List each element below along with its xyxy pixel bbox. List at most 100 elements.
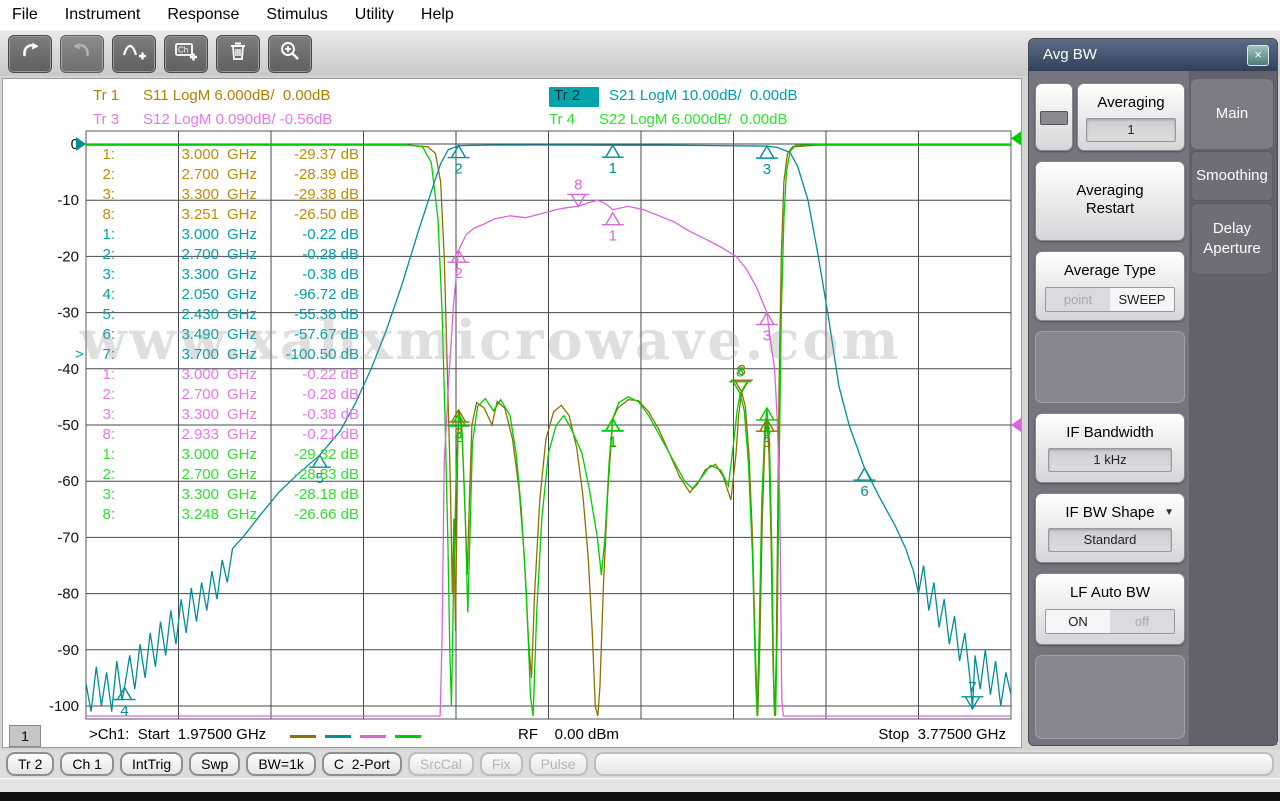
trace3-label[interactable]: Tr 3 S12 LogM 0.090dB/ -0.56dB bbox=[93, 111, 332, 131]
statusbar-blank[interactable] bbox=[593, 752, 1274, 776]
averaging-restart-button[interactable]: Averaging Restart bbox=[1035, 161, 1185, 241]
marker-row: 2: 2.700 GHz -28.83 dB bbox=[102, 466, 359, 483]
svg-text:2: 2 bbox=[454, 429, 462, 446]
statusbar-ch-1[interactable]: Ch 1 bbox=[60, 752, 114, 776]
svg-text:Ch: Ch bbox=[178, 46, 188, 55]
avg-bw-panel: Avg BW × Averaging 1 Averaging Restart A… bbox=[1028, 38, 1278, 746]
legend-dash-s21 bbox=[325, 735, 351, 738]
lf-auto-bw-off-option[interactable]: off bbox=[1110, 610, 1174, 633]
trace2-label[interactable]: Tr 2 S21 LogM 10.00dB/ 0.00dB bbox=[549, 87, 797, 107]
svg-text:3: 3 bbox=[763, 423, 771, 440]
add-trace-button[interactable] bbox=[112, 34, 156, 73]
marker-row: 1: 3.000 GHz -0.22 dB bbox=[102, 366, 359, 383]
average-type-sweep-option[interactable]: SWEEP bbox=[1110, 288, 1174, 311]
svg-text:2: 2 bbox=[454, 161, 462, 178]
statusbar-pulse[interactable]: Pulse bbox=[528, 752, 588, 776]
close-icon[interactable]: × bbox=[1247, 45, 1269, 66]
trace-legend bbox=[290, 735, 421, 738]
marker-row: 2: 2.700 GHz -0.28 dB bbox=[102, 386, 359, 403]
trace3-id: Tr 3 bbox=[93, 111, 120, 128]
svg-text:2: 2 bbox=[454, 425, 462, 442]
delete-button[interactable] bbox=[216, 34, 260, 73]
svg-text:-90: -90 bbox=[57, 642, 79, 659]
if-bw-shape-button[interactable]: IF BW Shape ▼ Standard bbox=[1035, 493, 1185, 563]
averaging-value[interactable]: 1 bbox=[1086, 118, 1176, 142]
tab-delay-aperture[interactable]: Delay Aperture bbox=[1191, 203, 1273, 275]
trace4-label[interactable]: Tr 4 S22 LogM 6.000dB/ 0.00dB bbox=[549, 111, 787, 131]
statusbar-bw-1k[interactable]: BW=1k bbox=[246, 752, 316, 776]
statusbar-srccal[interactable]: SrcCal bbox=[407, 752, 474, 776]
trace2-id-active-badge: Tr 2 bbox=[549, 87, 599, 107]
average-type-point-option[interactable]: point bbox=[1046, 288, 1110, 311]
bottom-strip bbox=[0, 778, 1280, 793]
svg-text:2: 2 bbox=[454, 265, 462, 282]
marker-row: 3: 3.300 GHz -29.38 dB bbox=[102, 186, 359, 203]
svg-text:8: 8 bbox=[738, 362, 746, 379]
if-bw-shape-label: IF BW Shape bbox=[1065, 504, 1155, 521]
svg-text:1: 1 bbox=[609, 434, 617, 451]
svg-text:1: 1 bbox=[609, 160, 617, 177]
channel-start-info[interactable]: >Ch1: Start 1.97500 GHz bbox=[89, 726, 266, 743]
channel-tab-1[interactable]: 1 bbox=[9, 725, 41, 747]
menu-item-help[interactable]: Help bbox=[421, 6, 454, 24]
measurement-display: Tr 1 S11 LogM 6.000dB/ 0.00dB Tr 2 S21 Log… bbox=[2, 78, 1022, 748]
marker-row: 1: 3.000 GHz -0.22 dB bbox=[102, 226, 359, 243]
marker-row: 2: 2.700 GHz -0.28 dB bbox=[102, 246, 359, 263]
if-bandwidth-button[interactable]: IF Bandwidth 1 kHz bbox=[1035, 413, 1185, 483]
lf-auto-bw-button[interactable]: LF Auto BW ON off bbox=[1035, 573, 1185, 645]
svg-text:-70: -70 bbox=[57, 529, 79, 546]
svg-text:1: 1 bbox=[609, 434, 617, 451]
menu-item-instrument[interactable]: Instrument bbox=[65, 6, 141, 24]
channel-footer: 1 >Ch1: Start 1.97500 GHz RF 0.00 dBm St… bbox=[3, 723, 1021, 747]
menu-item-stimulus[interactable]: Stimulus bbox=[266, 6, 327, 24]
statusbar-swp[interactable]: Swp bbox=[189, 752, 241, 776]
zoom-button[interactable] bbox=[268, 34, 312, 73]
empty-slot-2 bbox=[1035, 655, 1185, 739]
undo-icon bbox=[17, 39, 43, 68]
add-channel-button[interactable]: Ch bbox=[164, 34, 208, 73]
zoom-in-icon bbox=[277, 39, 303, 68]
marker-row: 8: 3.248 GHz -26.66 dB bbox=[102, 506, 359, 523]
svg-text:-80: -80 bbox=[57, 586, 79, 603]
svg-text:6: 6 bbox=[860, 483, 868, 500]
averaging-button[interactable]: Averaging 1 bbox=[1077, 83, 1185, 151]
redo-button[interactable] bbox=[60, 34, 104, 73]
statusbar-tr-2[interactable]: Tr 2 bbox=[6, 752, 55, 776]
svg-text:3: 3 bbox=[763, 161, 771, 178]
redo-icon bbox=[69, 39, 95, 68]
svg-text:-100: -100 bbox=[49, 698, 79, 715]
trace1-label[interactable]: Tr 1 S11 LogM 6.000dB/ 0.00dB bbox=[93, 87, 330, 107]
lf-auto-bw-on-option[interactable]: ON bbox=[1046, 610, 1110, 633]
averaging-restart-label-line1: Averaging bbox=[1076, 182, 1144, 199]
panel-title[interactable]: Avg BW bbox=[1029, 39, 1277, 71]
averaging-toggle-button[interactable] bbox=[1035, 83, 1073, 151]
marker-row: 5: 2.430 GHz -55.38 dB bbox=[102, 306, 359, 323]
menu-item-file[interactable]: File bbox=[12, 6, 38, 24]
add-channel-icon: Ch bbox=[173, 39, 199, 68]
averaging-label: Averaging bbox=[1097, 94, 1165, 111]
trace4-id: Tr 4 bbox=[549, 111, 576, 128]
svg-text:3: 3 bbox=[763, 328, 771, 345]
status-bar: Tr 2 Ch 1 IntTrig Swp BW=1k C 2-Port SrcCal Fix… bbox=[0, 750, 1280, 778]
trace2-desc: S21 LogM 10.00dB/ 0.00dB bbox=[609, 87, 798, 104]
if-bw-shape-value[interactable]: Standard bbox=[1048, 528, 1172, 552]
statusbar-c-2-port[interactable]: C 2-Port bbox=[321, 752, 402, 776]
tab-smoothing[interactable]: Smoothing bbox=[1191, 151, 1273, 201]
average-type-button[interactable]: Average Type point SWEEP bbox=[1035, 251, 1185, 321]
trace1-desc: S11 LogM 6.000dB/ 0.00dB bbox=[143, 87, 331, 104]
marker-row: 8: 2.933 GHz -0.21 dB bbox=[102, 426, 359, 443]
stop-frequency-info[interactable]: Stop 3.77500 GHz bbox=[878, 726, 1006, 743]
tab-main[interactable]: Main bbox=[1191, 79, 1273, 149]
trace3-desc: S12 LogM 0.090dB/ -0.56dB bbox=[143, 111, 333, 128]
rf-power-info[interactable]: RF 0.00 dBm bbox=[518, 726, 619, 743]
menu-item-utility[interactable]: Utility bbox=[355, 6, 394, 24]
marker-row: 6: 3.490 GHz -57.67 dB bbox=[102, 326, 359, 343]
menu-item-response[interactable]: Response bbox=[167, 6, 239, 24]
marker-row: 3: 3.300 GHz -0.38 dB bbox=[102, 406, 359, 423]
svg-text:8: 8 bbox=[574, 176, 582, 193]
if-bandwidth-value[interactable]: 1 kHz bbox=[1048, 448, 1172, 472]
statusbar-inttrig[interactable]: IntTrig bbox=[119, 752, 184, 776]
statusbar-fix[interactable]: Fix bbox=[479, 752, 523, 776]
undo-button[interactable] bbox=[8, 34, 52, 73]
marker-row: 8: 3.251 GHz -26.50 dB bbox=[102, 206, 359, 223]
